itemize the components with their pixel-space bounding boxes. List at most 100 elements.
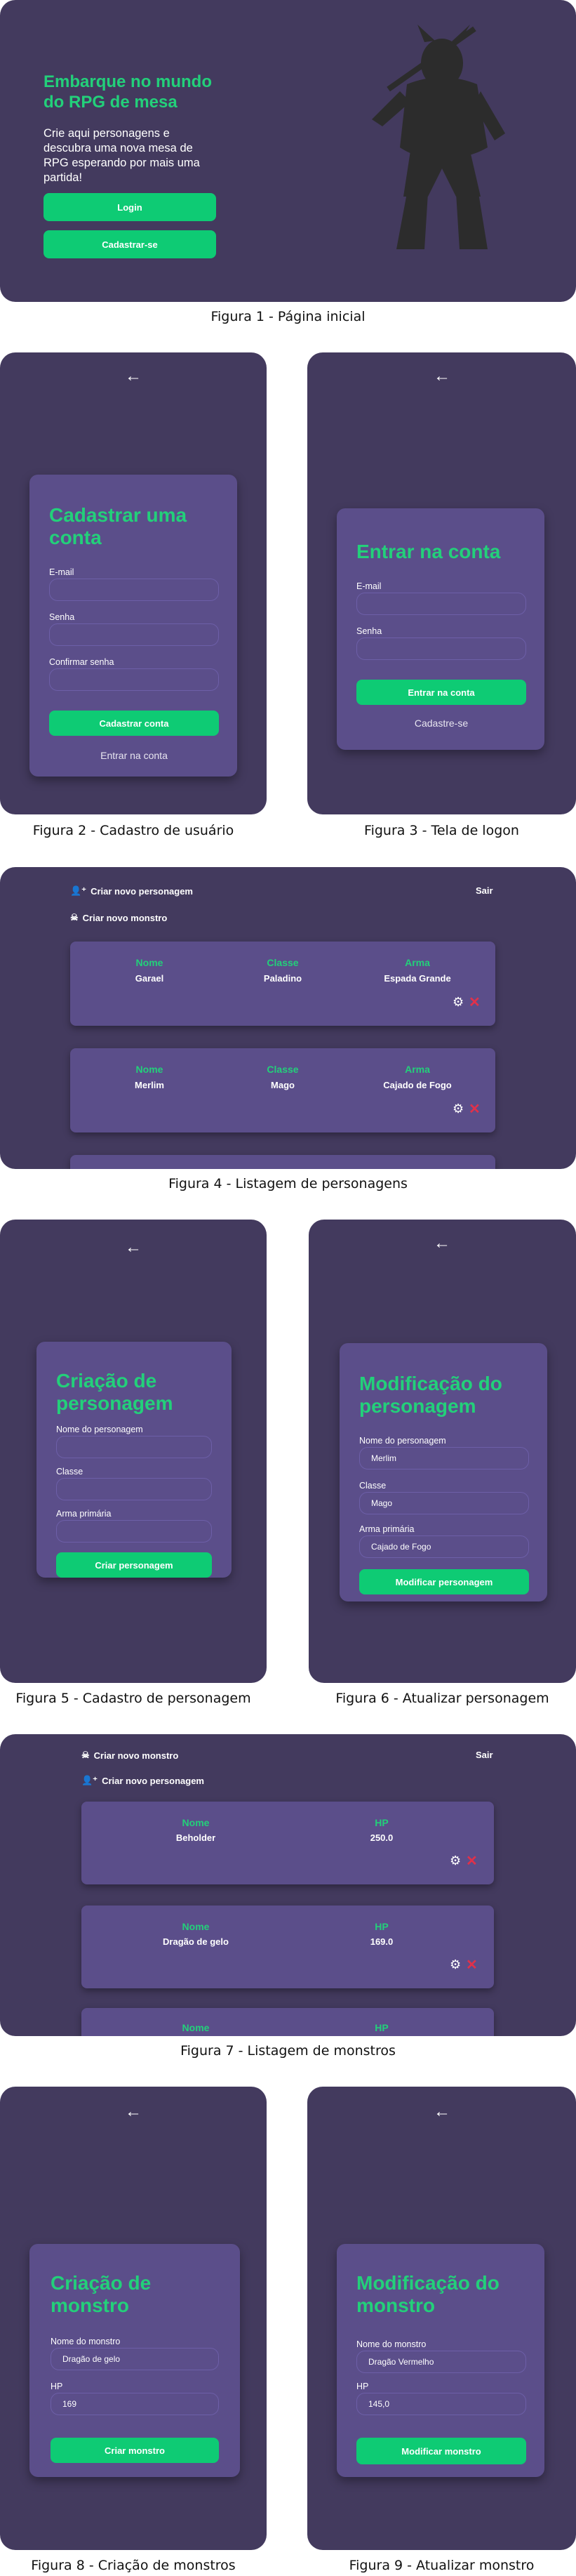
edit-gear-icon[interactable]: ⚙	[450, 1957, 461, 1972]
hp-field[interactable]: 169	[51, 2393, 219, 2415]
character-name: Merlim	[135, 1080, 164, 1090]
password-field[interactable]	[356, 638, 526, 660]
edit-monster-button[interactable]: Modificar monstro	[356, 2438, 526, 2464]
character-class: Paladino	[263, 973, 302, 984]
register-title: Cadastrar uma conta	[49, 504, 187, 548]
back-arrow-icon[interactable]: ←	[434, 366, 450, 386]
password-field[interactable]	[49, 623, 219, 646]
class-label: Classe	[56, 1467, 83, 1477]
weapon-label: Arma primária	[359, 1524, 415, 1534]
monster-card-partial: Nome HP	[81, 2008, 494, 2036]
login-submit-button[interactable]: Entrar na conta	[356, 680, 526, 705]
edit-monster-title: Modificação do monstro	[356, 2272, 500, 2316]
email-field[interactable]	[356, 593, 526, 615]
weapon-field[interactable]	[56, 1520, 212, 1543]
back-arrow-icon[interactable]: ←	[125, 366, 142, 386]
column-header-class: Classe	[267, 957, 299, 968]
caption-fig2: Figura 2 - Cadastro de usuário	[32, 823, 234, 838]
weapon-field[interactable]: Cajado de Fogo	[359, 1535, 529, 1558]
character-name-field[interactable]	[56, 1436, 212, 1458]
caption-fig3: Figura 3 - Tela de logon	[364, 823, 519, 838]
create-character-screen: ← Criação de personagem Nome do personag…	[0, 1220, 267, 1683]
edit-character-button[interactable]: Modificar personagem	[359, 1569, 529, 1594]
create-character-card: Criação de personagem Nome do personagem…	[36, 1342, 232, 1578]
user-plus-icon: 👤⁺	[70, 885, 87, 896]
create-character-button[interactable]: Criar personagem	[56, 1552, 212, 1578]
create-monster-link[interactable]: ☠ Criar novo monstro	[70, 912, 167, 923]
delete-close-icon[interactable]: ✕	[466, 1956, 478, 1974]
column-header-name: Nome	[135, 1064, 163, 1075]
skull-icon: ☠	[81, 1750, 90, 1760]
monsters-list-screen: ☠ Criar novo monstro 👤⁺ Criar novo persona…	[0, 1734, 576, 2036]
email-label: E-mail	[49, 567, 74, 577]
column-header-weapon: Arma	[405, 1064, 430, 1075]
back-arrow-icon[interactable]: ←	[125, 1238, 142, 1257]
monster-name-field[interactable]: Dragão Vermelho	[356, 2351, 526, 2373]
create-character-link[interactable]: 👤⁺ Criar novo personagem	[81, 1775, 204, 1786]
monster-card: Nome HP Dragão de gelo 169.0 ⚙ ✕	[81, 1905, 494, 1988]
login-card: Entrar na conta E-mail Senha Entrar na c…	[337, 508, 544, 750]
caption-fig9: Figura 9 - Atualizar monstro	[349, 2558, 535, 2573]
user-plus-icon: 👤⁺	[81, 1775, 98, 1785]
caption-fig7: Figura 7 - Listagem de monstros	[180, 2043, 396, 2059]
home-screen: Embarque no mundo do RPG de mesa Crie aq…	[0, 0, 576, 302]
column-header-name: Nome	[182, 2022, 210, 2033]
monster-name: Beholder	[175, 1832, 216, 1843]
character-weapon: Cajado de Fogo	[383, 1080, 452, 1090]
register-submit-button[interactable]: Cadastrar conta	[49, 711, 219, 736]
create-monster-link[interactable]: ☠ Criar novo monstro	[81, 1750, 178, 1761]
edit-gear-icon[interactable]: ⚙	[453, 995, 464, 1010]
back-arrow-icon[interactable]: ←	[434, 2102, 450, 2122]
character-card: Nome Classe Arma Merlim Mago Cajado de F…	[70, 1048, 495, 1132]
delete-close-icon[interactable]: ✕	[469, 993, 481, 1011]
class-label: Classe	[359, 1481, 387, 1491]
column-header-hp: HP	[375, 2022, 389, 2033]
edit-gear-icon[interactable]: ⚙	[450, 1854, 461, 1868]
email-label: E-mail	[356, 581, 382, 591]
column-header-hp: HP	[375, 1921, 389, 1932]
back-arrow-icon[interactable]: ←	[434, 1234, 450, 1253]
monster-hp: 169.0	[370, 1936, 394, 1947]
edit-monster-screen: ← Modificação do monstro Nome do monstro…	[307, 2087, 576, 2550]
email-field[interactable]	[49, 579, 219, 601]
login-title: Entrar na conta	[356, 541, 501, 562]
login-button[interactable]: Login	[43, 193, 216, 221]
monster-card: Nome HP Beholder 250.0 ⚙ ✕	[81, 1802, 494, 1884]
register-card: Cadastrar uma conta E-mail Senha Confirm…	[29, 475, 237, 777]
caption-fig6: Figura 6 - Atualizar personagem	[335, 1691, 549, 1706]
back-arrow-icon[interactable]: ←	[125, 2102, 142, 2122]
class-field[interactable]: Mago	[359, 1492, 529, 1514]
column-header-name: Nome	[182, 1921, 210, 1932]
password-label: Senha	[356, 626, 382, 636]
monster-name-field[interactable]: Dragão de gelo	[51, 2348, 219, 2370]
delete-close-icon[interactable]: ✕	[469, 1100, 481, 1118]
delete-close-icon[interactable]: ✕	[466, 1852, 478, 1870]
character-name-label: Nome do personagem	[359, 1436, 446, 1446]
caption-fig8: Figura 8 - Criação de monstros	[31, 2558, 236, 2573]
edit-character-screen: ← Modificação do personagem Nome do pers…	[309, 1220, 576, 1683]
hp-field[interactable]: 145,0	[356, 2393, 526, 2415]
character-class: Mago	[271, 1080, 295, 1090]
character-card: Nome Classe Arma Garael Paladino Espada …	[70, 942, 495, 1026]
edit-gear-icon[interactable]: ⚙	[453, 1102, 464, 1116]
monster-name: Dragão de gelo	[163, 1936, 229, 1947]
caption-fig4: Figura 4 - Listagem de personagens	[168, 1176, 408, 1191]
home-description: Crie aqui personagens e descubra uma nov…	[43, 127, 200, 184]
edit-character-title: Modificação do personagem	[359, 1373, 502, 1417]
column-header-name: Nome	[182, 1817, 210, 1828]
logout-link[interactable]: Sair	[476, 885, 493, 896]
confirm-password-field[interactable]	[49, 668, 219, 691]
class-field[interactable]	[56, 1478, 212, 1500]
character-name-label: Nome do personagem	[56, 1425, 143, 1434]
login-link[interactable]: Entrar na conta	[49, 750, 219, 761]
create-character-link[interactable]: 👤⁺ Criar novo personagem	[70, 885, 193, 897]
logout-link[interactable]: Sair	[476, 1750, 493, 1760]
character-weapon: Espada Grande	[384, 973, 451, 984]
create-monster-button[interactable]: Criar monstro	[51, 2438, 219, 2463]
monster-hp: 250.0	[370, 1832, 394, 1843]
register-link[interactable]: Cadastre-se	[356, 718, 526, 729]
register-button[interactable]: Cadastrar-se	[43, 230, 216, 258]
monster-name-label: Nome do monstro	[356, 2339, 427, 2349]
monster-name-label: Nome do monstro	[51, 2337, 121, 2346]
character-name-field[interactable]: Merlim	[359, 1447, 529, 1469]
